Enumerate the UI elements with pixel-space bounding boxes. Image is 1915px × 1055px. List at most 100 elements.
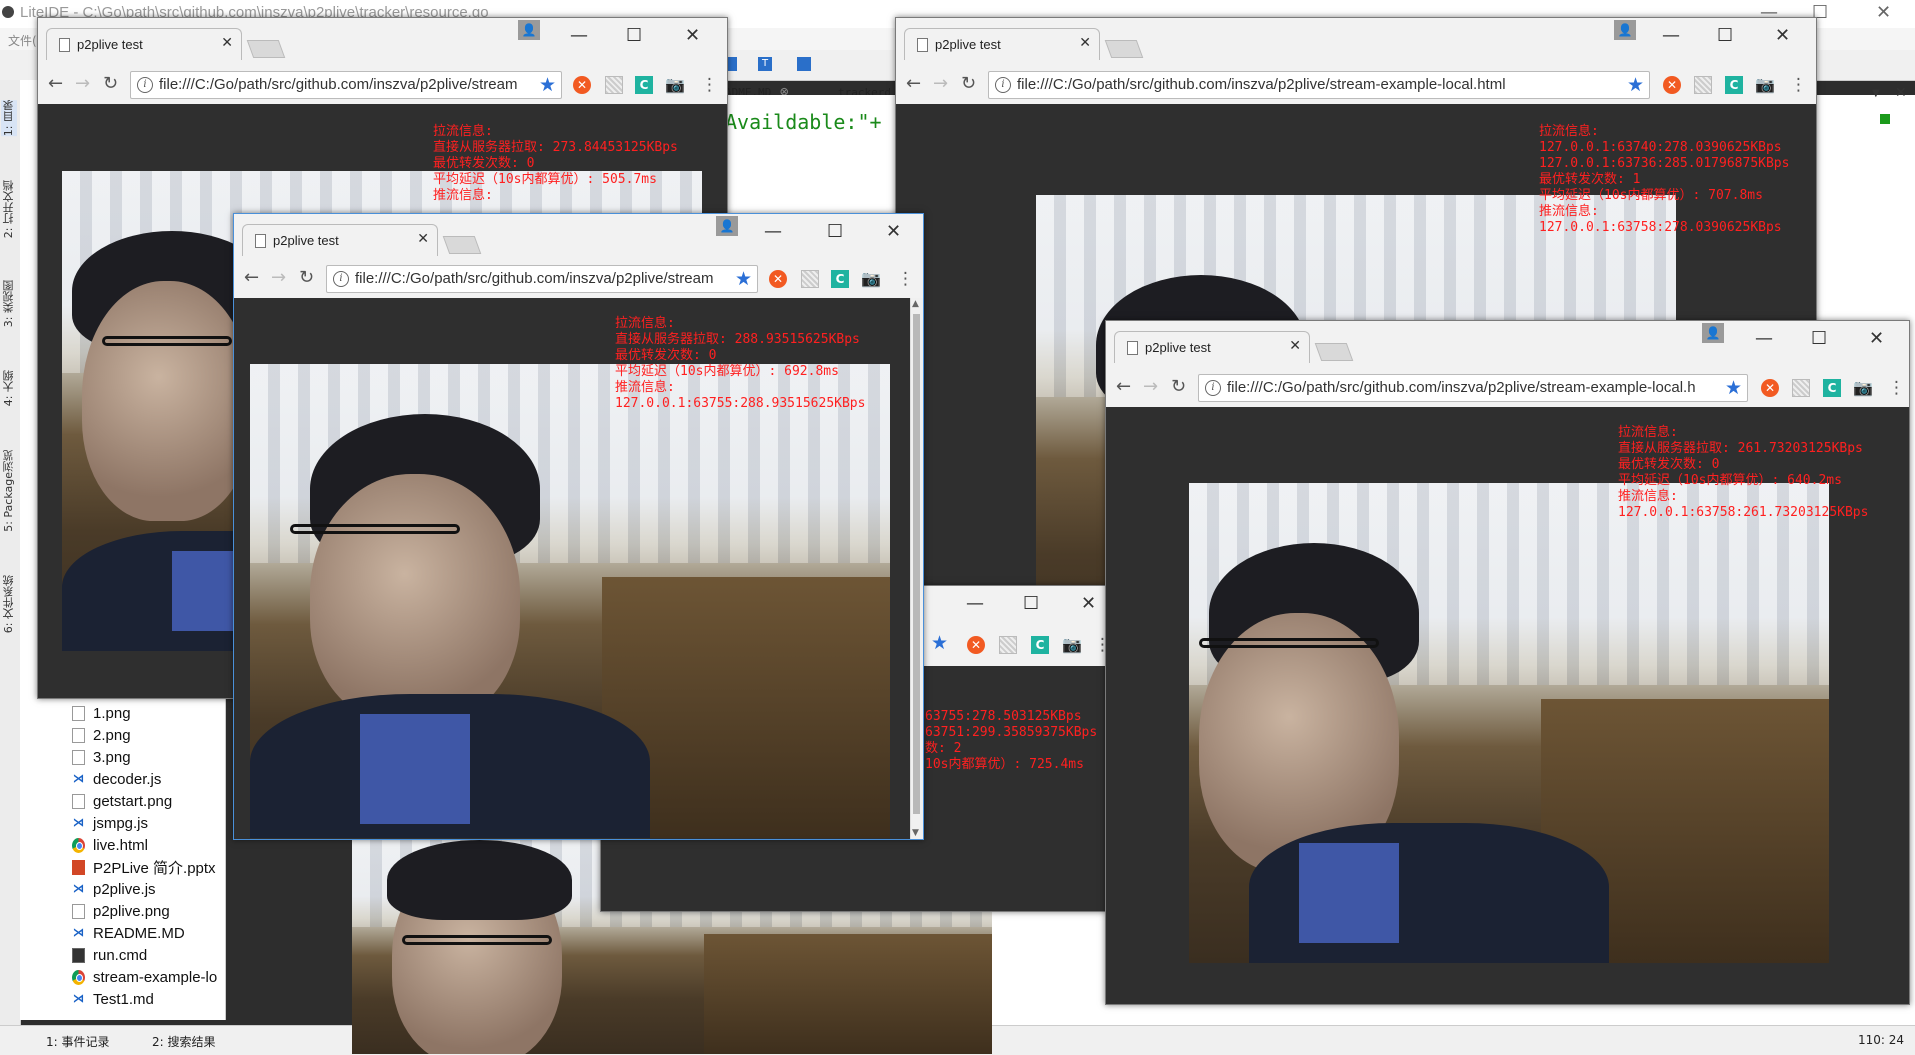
- profile-icon[interactable]: 👤: [518, 20, 540, 40]
- browser-tab[interactable]: p2plive test ✕: [242, 224, 438, 256]
- ide-close-icon[interactable]: ✕: [1876, 2, 1891, 23]
- forward-icon[interactable]: →: [933, 74, 948, 94]
- tree-item[interactable]: ⋊ p2plive.js: [72, 878, 156, 900]
- tree-item[interactable]: 2.png: [72, 724, 131, 746]
- camera-icon[interactable]: 📷: [861, 270, 881, 288]
- tree-item[interactable]: P2PLive 简介.pptx: [72, 856, 216, 878]
- side-tab-directory[interactable]: 1: 目录: [1, 100, 17, 137]
- scroll-thumb[interactable]: [913, 314, 920, 814]
- side-tab-filesystem[interactable]: 6: 文件系统: [1, 575, 17, 633]
- tab-close-icon[interactable]: ✕: [417, 231, 429, 247]
- bookmark-star-icon[interactable]: ★: [735, 268, 752, 290]
- tree-item[interactable]: run.cmd: [72, 944, 147, 966]
- side-tab-class-view[interactable]: 3: 类视图: [1, 280, 17, 327]
- qr-code-icon[interactable]: [1792, 379, 1810, 397]
- profile-icon[interactable]: 👤: [716, 216, 738, 236]
- tree-item[interactable]: ⋊ README.MD: [72, 922, 185, 944]
- address-bar[interactable]: i file:///C:/Go/path/src/github.com/insz…: [326, 265, 758, 293]
- maximize-icon[interactable]: ☐: [1717, 26, 1733, 46]
- scroll-up-icon[interactable]: ▲: [912, 299, 919, 309]
- forward-icon[interactable]: →: [1143, 377, 1158, 397]
- new-tab-button[interactable]: [246, 40, 286, 58]
- address-bar[interactable]: i file:///C:/Go/path/src/github.com/insz…: [1198, 374, 1748, 402]
- tree-item[interactable]: ⋊ Test1.md: [72, 988, 154, 1010]
- info-icon[interactable]: i: [333, 271, 349, 287]
- extension-x-icon[interactable]: ✕: [1663, 76, 1681, 94]
- maximize-icon[interactable]: ☐: [827, 222, 843, 242]
- extension-c-icon[interactable]: C: [1031, 636, 1049, 654]
- side-tab-open-docs[interactable]: 2: 打开文档: [1, 180, 17, 238]
- side-tab-outline[interactable]: 4: 大纲: [1, 370, 17, 406]
- tree-item[interactable]: p2plive.png: [72, 900, 170, 922]
- tab-close-icon[interactable]: ✕: [1289, 338, 1301, 354]
- tab-close-icon[interactable]: ✕: [221, 35, 233, 51]
- minimize-icon[interactable]: —: [966, 594, 984, 614]
- tree-item[interactable]: 1.png: [72, 702, 131, 724]
- extension-x-icon[interactable]: ✕: [967, 636, 985, 654]
- minimize-icon[interactable]: —: [764, 222, 782, 242]
- reload-icon[interactable]: ↻: [1171, 377, 1186, 397]
- back-icon[interactable]: ←: [1116, 377, 1131, 397]
- extension-c-icon[interactable]: C: [1823, 379, 1841, 397]
- profile-icon[interactable]: 👤: [1614, 20, 1636, 40]
- close-icon[interactable]: ✕: [1775, 26, 1790, 46]
- camera-icon[interactable]: 📷: [665, 76, 685, 94]
- toolbar-t-icon[interactable]: T: [758, 57, 772, 71]
- bookmark-star-icon[interactable]: ★: [1725, 377, 1742, 399]
- menu-icon[interactable]: ⋮: [1888, 378, 1905, 398]
- extension-c-icon[interactable]: C: [831, 270, 849, 288]
- close-icon[interactable]: ✕: [886, 222, 901, 242]
- back-icon[interactable]: ←: [48, 74, 63, 94]
- profile-icon[interactable]: 👤: [1702, 323, 1724, 343]
- browser-tab[interactable]: p2plive test ✕: [1114, 331, 1310, 363]
- reload-icon[interactable]: ↻: [961, 74, 976, 94]
- tree-item[interactable]: ⋊ jsmpg.js: [72, 812, 148, 834]
- side-tab-package-browser[interactable]: 5: Package浏览: [1, 450, 17, 532]
- camera-icon[interactable]: 📷: [1853, 379, 1873, 397]
- camera-icon[interactable]: 📷: [1755, 76, 1775, 94]
- camera-icon[interactable]: 📷: [1062, 636, 1082, 654]
- qr-code-icon[interactable]: [1694, 76, 1712, 94]
- address-bar[interactable]: i file:///C:/Go/path/src/github.com/insz…: [988, 71, 1650, 99]
- minimize-icon[interactable]: —: [1662, 26, 1680, 46]
- bookmark-star-icon[interactable]: ★: [1627, 74, 1644, 96]
- extension-x-icon[interactable]: ✕: [573, 76, 591, 94]
- info-icon[interactable]: i: [1205, 380, 1221, 396]
- tree-item[interactable]: ⋊ decoder.js: [72, 768, 161, 790]
- tree-item[interactable]: getstart.png: [72, 790, 172, 812]
- menu-icon[interactable]: ⋮: [1790, 75, 1807, 95]
- address-bar[interactable]: i file:///C:/Go/path/src/github.com/insz…: [130, 71, 562, 99]
- tree-item[interactable]: stream-example-lo: [72, 966, 217, 988]
- editor-dropdown-icon[interactable]: ▼: [1872, 88, 1880, 99]
- toolbar-u-icon[interactable]: [797, 57, 811, 71]
- qr-code-icon[interactable]: [999, 636, 1017, 654]
- bookmark-star-icon[interactable]: ★: [539, 74, 556, 96]
- forward-icon[interactable]: →: [75, 74, 90, 94]
- new-tab-button[interactable]: [1314, 343, 1354, 361]
- maximize-icon[interactable]: ☐: [1811, 329, 1827, 349]
- browser-tab[interactable]: p2plive test ✕: [904, 28, 1100, 60]
- qr-code-icon[interactable]: [801, 270, 819, 288]
- reload-icon[interactable]: ↻: [103, 74, 118, 94]
- close-icon[interactable]: ✕: [1081, 594, 1096, 614]
- extension-c-icon[interactable]: C: [1725, 76, 1743, 94]
- back-icon[interactable]: ←: [244, 268, 259, 288]
- forward-icon[interactable]: →: [271, 268, 286, 288]
- maximize-icon[interactable]: ☐: [1023, 594, 1039, 614]
- back-icon[interactable]: ←: [906, 74, 921, 94]
- bookmark-star-icon[interactable]: ★: [931, 632, 948, 654]
- minimize-icon[interactable]: —: [1755, 329, 1773, 349]
- tab-close-icon[interactable]: ✕: [1079, 35, 1091, 51]
- reload-icon[interactable]: ↻: [299, 268, 314, 288]
- tree-item[interactable]: 3.png: [72, 746, 131, 768]
- info-icon[interactable]: i: [137, 77, 153, 93]
- menu-icon[interactable]: ⋮: [897, 269, 914, 289]
- editor-close-icon[interactable]: ✕: [1895, 85, 1907, 101]
- minimize-icon[interactable]: —: [570, 26, 588, 46]
- menu-file[interactable]: 文件(: [8, 32, 37, 49]
- close-icon[interactable]: ✕: [685, 26, 700, 46]
- status-tab-event-log[interactable]: 1: 事件记录: [46, 1033, 110, 1050]
- extension-x-icon[interactable]: ✕: [769, 270, 787, 288]
- browser-tab[interactable]: p2plive test ✕: [46, 28, 242, 60]
- status-tab-search-results[interactable]: 2: 搜索结果: [152, 1033, 216, 1050]
